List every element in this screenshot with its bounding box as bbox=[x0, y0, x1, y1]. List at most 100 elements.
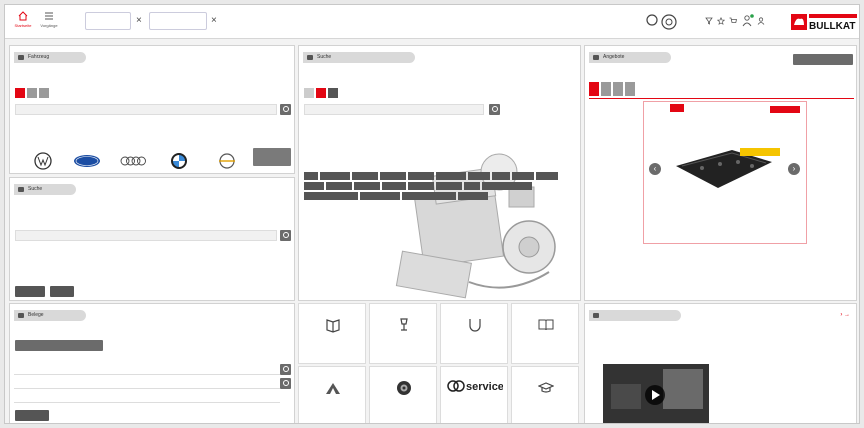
documents-action-button[interactable] bbox=[15, 410, 49, 421]
parts-tab-b[interactable] bbox=[316, 88, 326, 98]
category-chip[interactable] bbox=[382, 182, 406, 190]
vehicle-panel-title: Fahrzeug bbox=[28, 54, 50, 60]
offers-header: Angebote bbox=[589, 52, 671, 63]
parts-search-button[interactable] bbox=[489, 104, 500, 115]
documents-panel: Belege bbox=[9, 303, 295, 423]
category-chip[interactable] bbox=[468, 172, 490, 180]
parts-search-input[interactable] bbox=[304, 104, 484, 115]
offers-tab-1[interactable] bbox=[589, 82, 599, 96]
car-icon bbox=[18, 55, 24, 60]
home-icon bbox=[18, 11, 28, 21]
category-chip[interactable] bbox=[464, 182, 480, 190]
home-label: Startseite bbox=[14, 23, 32, 28]
category-chip[interactable] bbox=[304, 192, 358, 200]
parts-tab-c[interactable] bbox=[328, 88, 338, 98]
table-row[interactable] bbox=[14, 378, 280, 389]
user-icon[interactable] bbox=[757, 17, 765, 25]
bmw-logo-icon[interactable] bbox=[168, 150, 190, 172]
category-chip[interactable] bbox=[352, 172, 378, 180]
left-search-panel: Suche bbox=[9, 177, 295, 301]
catalog-icon bbox=[307, 55, 313, 60]
home-button[interactable]: Startseite bbox=[11, 11, 35, 33]
promo-card[interactable] bbox=[643, 101, 807, 244]
offers-all-button[interactable] bbox=[793, 54, 853, 65]
category-chip[interactable] bbox=[436, 182, 462, 190]
play-button[interactable] bbox=[645, 385, 665, 405]
vehicle-tab-2[interactable] bbox=[149, 12, 207, 30]
offers-title: Angebote bbox=[603, 54, 625, 60]
offers-tab-2[interactable] bbox=[601, 82, 611, 96]
promo-cta[interactable] bbox=[740, 148, 780, 156]
audi-logo-icon[interactable] bbox=[118, 150, 148, 172]
graduation-cap-icon bbox=[538, 382, 554, 393]
vehicle-panel-header: Fahrzeug bbox=[14, 52, 86, 63]
category-chip[interactable] bbox=[436, 172, 466, 180]
category-chip[interactable] bbox=[492, 172, 510, 180]
news-video[interactable] bbox=[603, 364, 709, 423]
tile-7[interactable]: service bbox=[440, 366, 508, 423]
vw-logo-icon[interactable] bbox=[32, 150, 54, 172]
opel-logo-icon[interactable] bbox=[216, 150, 238, 172]
left-search-button[interactable] bbox=[280, 230, 291, 241]
top-toolbar: Startseite Vorgänge × × BULLKAT bbox=[5, 5, 859, 39]
carousel-prev-button[interactable]: ‹ bbox=[649, 163, 661, 175]
bullkat-logo: BULLKAT bbox=[791, 14, 857, 32]
category-chip[interactable] bbox=[380, 172, 406, 180]
category-chip[interactable] bbox=[360, 192, 400, 200]
offers-tab-4[interactable] bbox=[625, 82, 635, 96]
left-search-action-1[interactable] bbox=[15, 286, 45, 297]
tile-5[interactable] bbox=[298, 366, 366, 423]
news-panel: › → bbox=[584, 303, 857, 423]
app-window: Startseite Vorgänge × × BULLKAT Fahrzeug… bbox=[4, 4, 860, 424]
parts-tab-a[interactable] bbox=[304, 88, 314, 98]
row-search-button[interactable] bbox=[280, 364, 291, 375]
category-chip[interactable] bbox=[402, 192, 456, 200]
category-chip[interactable] bbox=[320, 172, 350, 180]
vehicle-tab-a[interactable] bbox=[15, 88, 25, 98]
left-search-action-2[interactable] bbox=[50, 286, 74, 297]
tile-8[interactable] bbox=[511, 366, 579, 423]
left-search-title: Suche bbox=[28, 186, 43, 192]
ford-logo-icon[interactable] bbox=[72, 150, 102, 172]
category-chip[interactable] bbox=[536, 172, 558, 180]
row-search-button[interactable] bbox=[280, 378, 291, 389]
category-chip[interactable] bbox=[304, 172, 318, 180]
category-chip[interactable] bbox=[326, 182, 352, 190]
documents-dropdown[interactable] bbox=[15, 340, 103, 351]
table-row[interactable] bbox=[14, 392, 280, 403]
left-search-input[interactable] bbox=[15, 230, 277, 241]
category-chip[interactable] bbox=[458, 192, 488, 200]
star-icon[interactable] bbox=[717, 17, 725, 25]
category-chip[interactable] bbox=[408, 172, 434, 180]
cart-icon[interactable] bbox=[729, 17, 737, 25]
carousel-next-button[interactable]: › bbox=[788, 163, 800, 175]
category-chip[interactable] bbox=[512, 172, 534, 180]
tile-1[interactable] bbox=[298, 303, 366, 364]
news-next-arrow[interactable]: › → bbox=[840, 312, 850, 318]
parts-search-header: Suche bbox=[303, 52, 415, 63]
tag-icon bbox=[593, 55, 599, 60]
close-tab-1-icon[interactable]: × bbox=[136, 15, 142, 26]
category-chip[interactable] bbox=[408, 182, 434, 190]
vehicle-tab-1[interactable] bbox=[85, 12, 131, 30]
more-brands-button[interactable] bbox=[253, 148, 291, 166]
vehicle-tab-c[interactable] bbox=[39, 88, 49, 98]
close-tab-2-icon[interactable]: × bbox=[211, 15, 217, 26]
category-chip[interactable] bbox=[304, 182, 324, 190]
account-group-icon[interactable] bbox=[645, 11, 693, 33]
category-chip[interactable] bbox=[482, 182, 532, 190]
tile-3[interactable] bbox=[440, 303, 508, 364]
table-row[interactable] bbox=[14, 364, 280, 375]
tile-6[interactable] bbox=[369, 366, 437, 423]
user-notification-icon[interactable] bbox=[742, 14, 754, 27]
tile-4[interactable] bbox=[511, 303, 579, 364]
vehicle-tab-b[interactable] bbox=[27, 88, 37, 98]
tile-2[interactable] bbox=[369, 303, 437, 364]
news-header bbox=[589, 310, 681, 321]
vehicle-search-button[interactable] bbox=[280, 104, 291, 115]
filter-icon[interactable] bbox=[705, 17, 713, 25]
category-chip[interactable] bbox=[354, 182, 380, 190]
offers-tab-3[interactable] bbox=[613, 82, 623, 96]
vehicle-search-input[interactable] bbox=[15, 104, 277, 115]
history-button[interactable]: Vorgänge bbox=[37, 11, 61, 33]
